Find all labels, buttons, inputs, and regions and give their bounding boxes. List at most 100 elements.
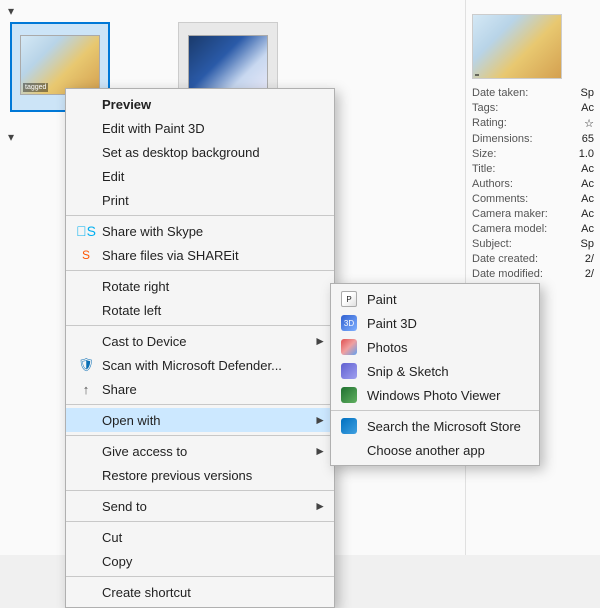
submenu-label: Windows Photo Viewer: [367, 388, 500, 403]
menu-item-shareit[interactable]: S Share files via SHAREit: [66, 243, 334, 267]
panel-key: Tags:: [472, 102, 532, 114]
menu-label: Open with: [102, 413, 161, 428]
submenu-label: Search the Microsoft Store: [367, 419, 521, 434]
panel-key: Authors:: [472, 178, 532, 190]
menu-label: Edit: [102, 169, 124, 184]
menu-item-send-to[interactable]: Send to ►: [66, 494, 334, 518]
menu-label: Share with Skype: [102, 224, 203, 239]
menu-item-share[interactable]: ↑ Share: [66, 377, 334, 401]
paint3d-icon: 3D: [341, 315, 357, 331]
menu-label: Send to: [102, 499, 147, 514]
menu-item-preview[interactable]: Preview: [66, 92, 334, 116]
panel-detail-row: Dimensions: 65: [472, 133, 594, 145]
submenu-arrow: ►: [314, 413, 326, 427]
panel-key: Comments:: [472, 193, 532, 205]
panel-val: Ac: [581, 223, 594, 235]
menu-label: Set as desktop background: [102, 145, 260, 160]
menu-separator: [66, 576, 334, 577]
paint3d-icon: 3D: [339, 313, 359, 333]
submenu-label: Photos: [367, 340, 407, 355]
panel-val: Ac: [581, 208, 594, 220]
menu-label: Edit with Paint 3D: [102, 121, 205, 136]
menu-label: Share: [102, 382, 137, 397]
panel-val: Ac: [581, 102, 594, 114]
panel-detail-row: Authors:Ac: [472, 178, 594, 190]
menu-item-skype-share[interactable]: S Share with Skype: [66, 219, 334, 243]
share-icon-area: ↑: [76, 379, 96, 399]
snip-icon: [339, 361, 359, 381]
panel-preview-image: [472, 14, 562, 79]
panel-val: 65: [582, 133, 594, 145]
submenu-item-store[interactable]: Search the Microsoft Store: [331, 414, 539, 438]
panel-details: Date taken:Sp Tags: Ac Rating:☆ Dimensions: 6…: [472, 87, 594, 280]
snip-icon: [341, 363, 357, 379]
panel-key: Camera maker:: [472, 208, 548, 220]
menu-item-cast[interactable]: Cast to Device►: [66, 329, 334, 353]
panel-val: Ac: [581, 163, 594, 175]
submenu-label: Snip & Sketch: [367, 364, 449, 379]
panel-key: Date taken:: [472, 87, 532, 99]
shareit-icon: S: [82, 248, 90, 262]
menu-item-open-with[interactable]: Open with ►: [66, 408, 334, 432]
submenu-arrow: ►: [314, 499, 326, 513]
photos-icon: [339, 337, 359, 357]
skype-icon-area: S: [76, 221, 96, 241]
panel-detail-row: Tags: Ac: [472, 102, 594, 114]
defender-icon-area: 🛡: [76, 355, 96, 375]
paint-icon: P: [341, 291, 357, 307]
panel-key: Dimensions:: [472, 133, 533, 145]
menu-item-cut[interactable]: Cut: [66, 525, 334, 549]
menu-label: Share files via SHAREit: [102, 248, 239, 263]
earlier-header: ▾: [8, 130, 14, 144]
menu-item-edit[interactable]: Edit: [66, 164, 334, 188]
menu-item-restore[interactable]: Restore previous versions: [66, 463, 334, 487]
submenu-item-paint3d[interactable]: 3D Paint 3D: [331, 311, 539, 335]
submenu-item-paint[interactable]: P Paint: [331, 287, 539, 311]
menu-item-desktop-bg[interactable]: Set as desktop background: [66, 140, 334, 164]
store-icon: [341, 418, 357, 434]
submenu-label: Paint 3D: [367, 316, 417, 331]
menu-item-copy[interactable]: Copy: [66, 549, 334, 573]
menu-item-print[interactable]: Print: [66, 188, 334, 212]
panel-detail-row: Title: Ac: [472, 163, 594, 175]
submenu-item-snip[interactable]: Snip & Sketch: [331, 359, 539, 383]
menu-separator: [66, 270, 334, 271]
menu-item-create-shortcut[interactable]: Create shortcut: [66, 580, 334, 604]
panel-preview-label: [475, 74, 479, 76]
panel-val: Ac: [581, 193, 594, 205]
panel-detail-row: Date taken:Sp: [472, 87, 594, 99]
submenu-separator: [331, 410, 539, 411]
submenu-item-photos[interactable]: Photos: [331, 335, 539, 359]
submenu-label: Choose another app: [367, 443, 485, 458]
defender-icon: 🛡: [78, 357, 95, 373]
wpv-icon: [339, 385, 359, 405]
store-icon: [339, 416, 359, 436]
panel-key: Size:: [472, 148, 532, 160]
submenu-item-choose[interactable]: Choose another app: [331, 438, 539, 462]
menu-label: Copy: [102, 554, 132, 569]
menu-item-rotate-right[interactable]: Rotate right: [66, 274, 334, 298]
thumb-image-2: [188, 35, 268, 95]
menu-item-defender[interactable]: 🛡Scan with Microsoft Defender...: [66, 353, 334, 377]
menu-item-rotate-left[interactable]: Rotate left: [66, 298, 334, 322]
panel-detail-row: Camera maker: Ac: [472, 208, 594, 220]
context-menu: Preview Edit with Paint 3D Set as desktop …: [65, 88, 335, 608]
menu-item-give-access[interactable]: Give access to►: [66, 439, 334, 463]
shareit-icon-area: S: [76, 245, 96, 265]
panel-detail-row: Rating:☆: [472, 117, 594, 130]
menu-label: Give access to: [102, 444, 187, 459]
panel-detail-row: Camera model:Ac: [472, 223, 594, 235]
submenu-label: Paint: [367, 292, 397, 307]
right-panel: Date taken:Sp Tags: Ac Rating:☆ Dimensions: 6…: [465, 0, 600, 555]
panel-detail-row: Subject:Sp: [472, 238, 594, 250]
panel-key: Title:: [472, 163, 532, 175]
submenu-item-wpv[interactable]: Windows Photo Viewer: [331, 383, 539, 407]
menu-label: Rotate left: [102, 303, 161, 318]
menu-item-paint3d-edit[interactable]: Edit with Paint 3D: [66, 116, 334, 140]
menu-separator: [66, 404, 334, 405]
menu-label: Print: [102, 193, 129, 208]
panel-detail-row: Comments: Ac: [472, 193, 594, 205]
thumb-image-1: tagged: [20, 35, 100, 95]
panel-detail-row: Date modified:2/: [472, 268, 594, 280]
wpv-icon: [341, 387, 357, 403]
